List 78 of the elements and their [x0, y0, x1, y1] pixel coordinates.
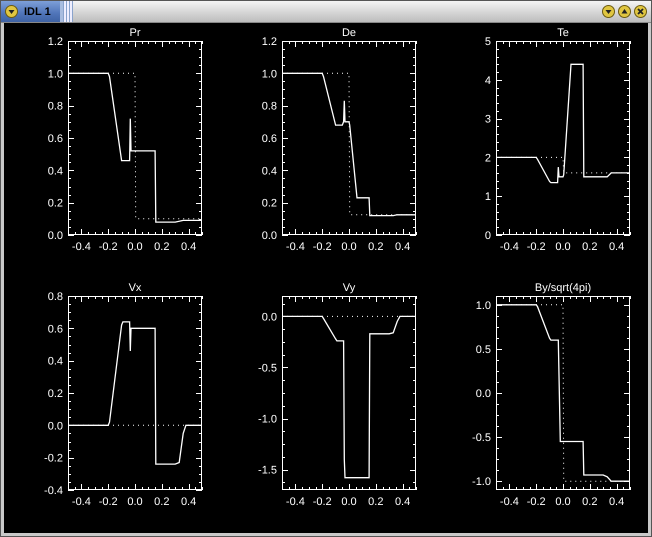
minimize-button[interactable]: [602, 5, 615, 18]
tick-label: 3: [484, 114, 491, 126]
tick-label: 0.6: [48, 323, 63, 336]
tick-label: 0.2: [368, 496, 384, 508]
tick-label: 0.4: [608, 241, 624, 253]
tick-label: -1.5: [258, 464, 277, 477]
tick-label: -0.2: [98, 496, 118, 508]
tick-label: -0.2: [526, 241, 546, 253]
tick-label: -0.4: [72, 496, 91, 508]
tick-label: 1.0: [476, 300, 491, 312]
chart-title: Pr: [130, 27, 140, 39]
tick-label: -0.4: [286, 496, 305, 508]
tick-label: 0.0: [262, 230, 277, 242]
title-bar-grip[interactable]: [62, 1, 73, 22]
tick-label: -0.2: [98, 241, 118, 253]
tick-label: -0.2: [312, 241, 332, 253]
tick-label: 0: [484, 230, 491, 242]
tick-label: -0.5: [258, 362, 277, 374]
tick-label: 0.0: [127, 496, 143, 508]
tick-label: 0.0: [262, 311, 277, 324]
tick-label: -0.4: [500, 496, 519, 508]
tick-label: 1.0: [48, 68, 63, 80]
chart-title: By/sqrt(4pi): [534, 282, 592, 294]
chart-title: Vx: [128, 282, 142, 294]
tick-label: -0.2: [312, 496, 332, 508]
maximize-button[interactable]: [618, 5, 631, 18]
tick-label: 0.2: [262, 198, 277, 210]
tick-label: 1.0: [262, 68, 277, 80]
tick-label: -1.0: [472, 476, 491, 488]
chart-title: Vy: [342, 282, 356, 294]
chart-title: De: [342, 27, 356, 39]
tick-label: 1.2: [48, 36, 63, 48]
close-button[interactable]: [634, 5, 647, 18]
tick-label: 0.0: [341, 241, 357, 253]
tick-label: 0.0: [48, 420, 63, 432]
tick-label: 4: [484, 74, 491, 87]
tick-label: -1.0: [258, 414, 277, 426]
tick-label: 0.4: [180, 496, 196, 508]
tick-label: 2: [484, 152, 491, 164]
tick-label: -0.2: [44, 452, 63, 465]
menu-icon[interactable]: [5, 5, 18, 18]
tick-label: -0.5: [472, 432, 491, 444]
tick-label: 5: [484, 36, 491, 48]
tick-label: 0.8: [48, 100, 63, 113]
tick-label: 0.0: [555, 496, 571, 508]
tick-label: -0.4: [44, 485, 63, 497]
tick-label: 0.2: [48, 388, 63, 400]
tick-label: 0.8: [48, 291, 63, 303]
tick-label: 0.2: [154, 496, 170, 508]
tick-label: 0.4: [394, 496, 410, 508]
tick-label: 0.2: [48, 198, 63, 210]
tick-label: 0.2: [368, 241, 384, 253]
tick-label: 0.2: [582, 241, 598, 253]
tick-label: 0.0: [476, 388, 491, 400]
window-title: IDL 1: [24, 6, 51, 18]
tick-label: 0.4: [394, 241, 410, 253]
tick-label: 0.4: [180, 241, 196, 253]
tick-label: 1: [484, 191, 491, 204]
tick-label: 0.5: [476, 344, 491, 356]
tick-label: 0.2: [154, 241, 170, 253]
tick-label: -0.4: [72, 241, 91, 253]
tick-label: 0.0: [48, 230, 63, 242]
tick-label: 0.0: [341, 496, 357, 508]
tick-label: 0.6: [262, 133, 277, 145]
tick-label: 0.0: [127, 241, 143, 253]
chart-title: Te: [557, 27, 569, 39]
tick-label: 0.2: [582, 496, 598, 508]
tick-label: 0.4: [608, 496, 624, 508]
tick-label: 0.4: [48, 165, 63, 178]
tick-label: 0.0: [555, 241, 571, 253]
tick-label: -0.4: [500, 241, 519, 253]
tick-label: 0.8: [262, 100, 277, 113]
tick-label: 0.4: [262, 165, 277, 178]
tick-label: 0.6: [48, 133, 63, 145]
tick-label: -0.2: [526, 496, 546, 508]
tick-label: 1.2: [262, 36, 277, 48]
tick-label: -0.4: [286, 241, 305, 253]
tick-label: 0.4: [48, 356, 63, 368]
